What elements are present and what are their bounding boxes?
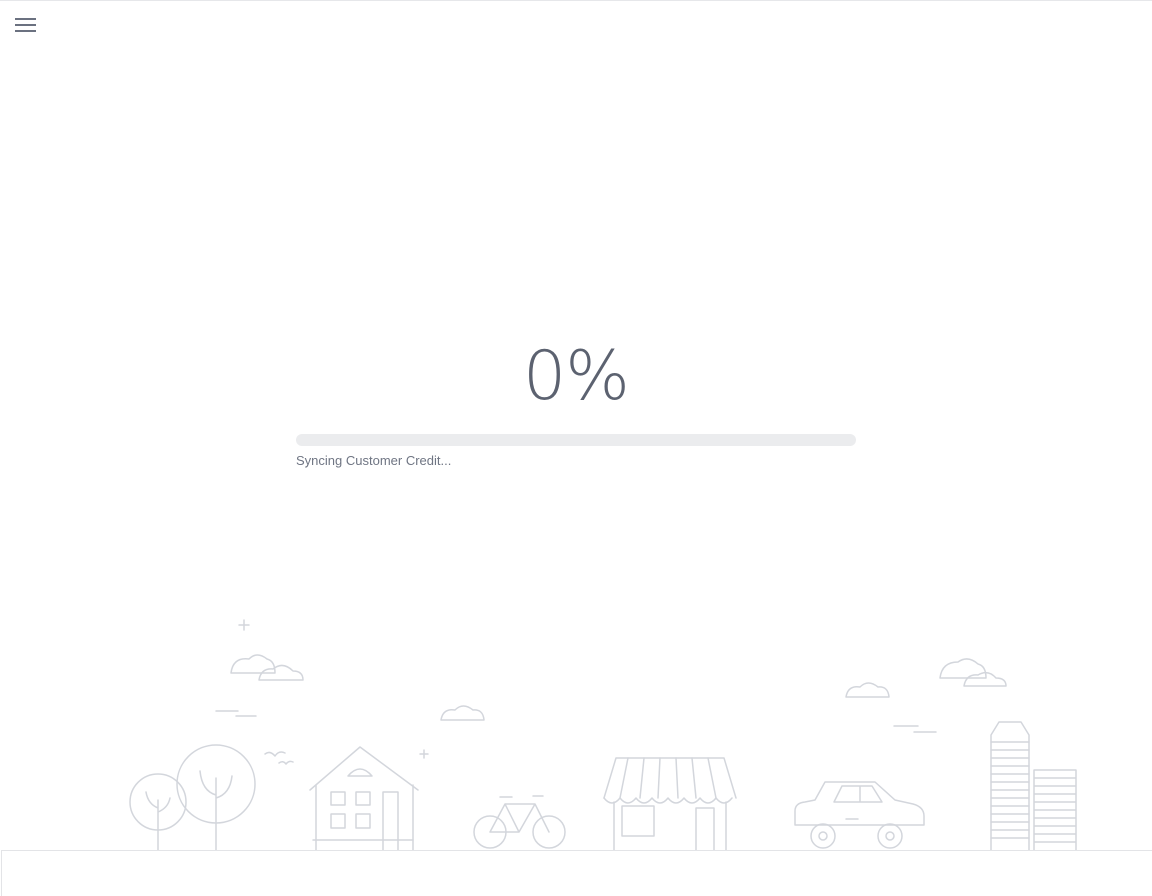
sync-progress-bar	[296, 434, 856, 446]
building-icon	[990, 721, 1077, 850]
hamburger-menu-icon	[15, 18, 36, 32]
sync-percent: 0%	[523, 337, 630, 416]
car-icon	[794, 781, 925, 849]
tree-icon	[129, 744, 256, 850]
house-icon	[309, 746, 419, 850]
storefront-icon	[603, 757, 737, 850]
cloud-icon	[215, 654, 485, 721]
cloud-icon	[845, 658, 1007, 733]
sync-status-text: Syncing Customer Credit...	[296, 453, 452, 468]
city-illustration	[129, 619, 1077, 850]
bird-icon	[264, 751, 294, 765]
bicycle-icon	[473, 795, 566, 849]
top-border	[0, 0, 1152, 1]
bottom-bar	[1, 850, 1152, 896]
hamburger-menu-button[interactable]	[12, 12, 40, 38]
sparkle-icon	[238, 619, 429, 759]
